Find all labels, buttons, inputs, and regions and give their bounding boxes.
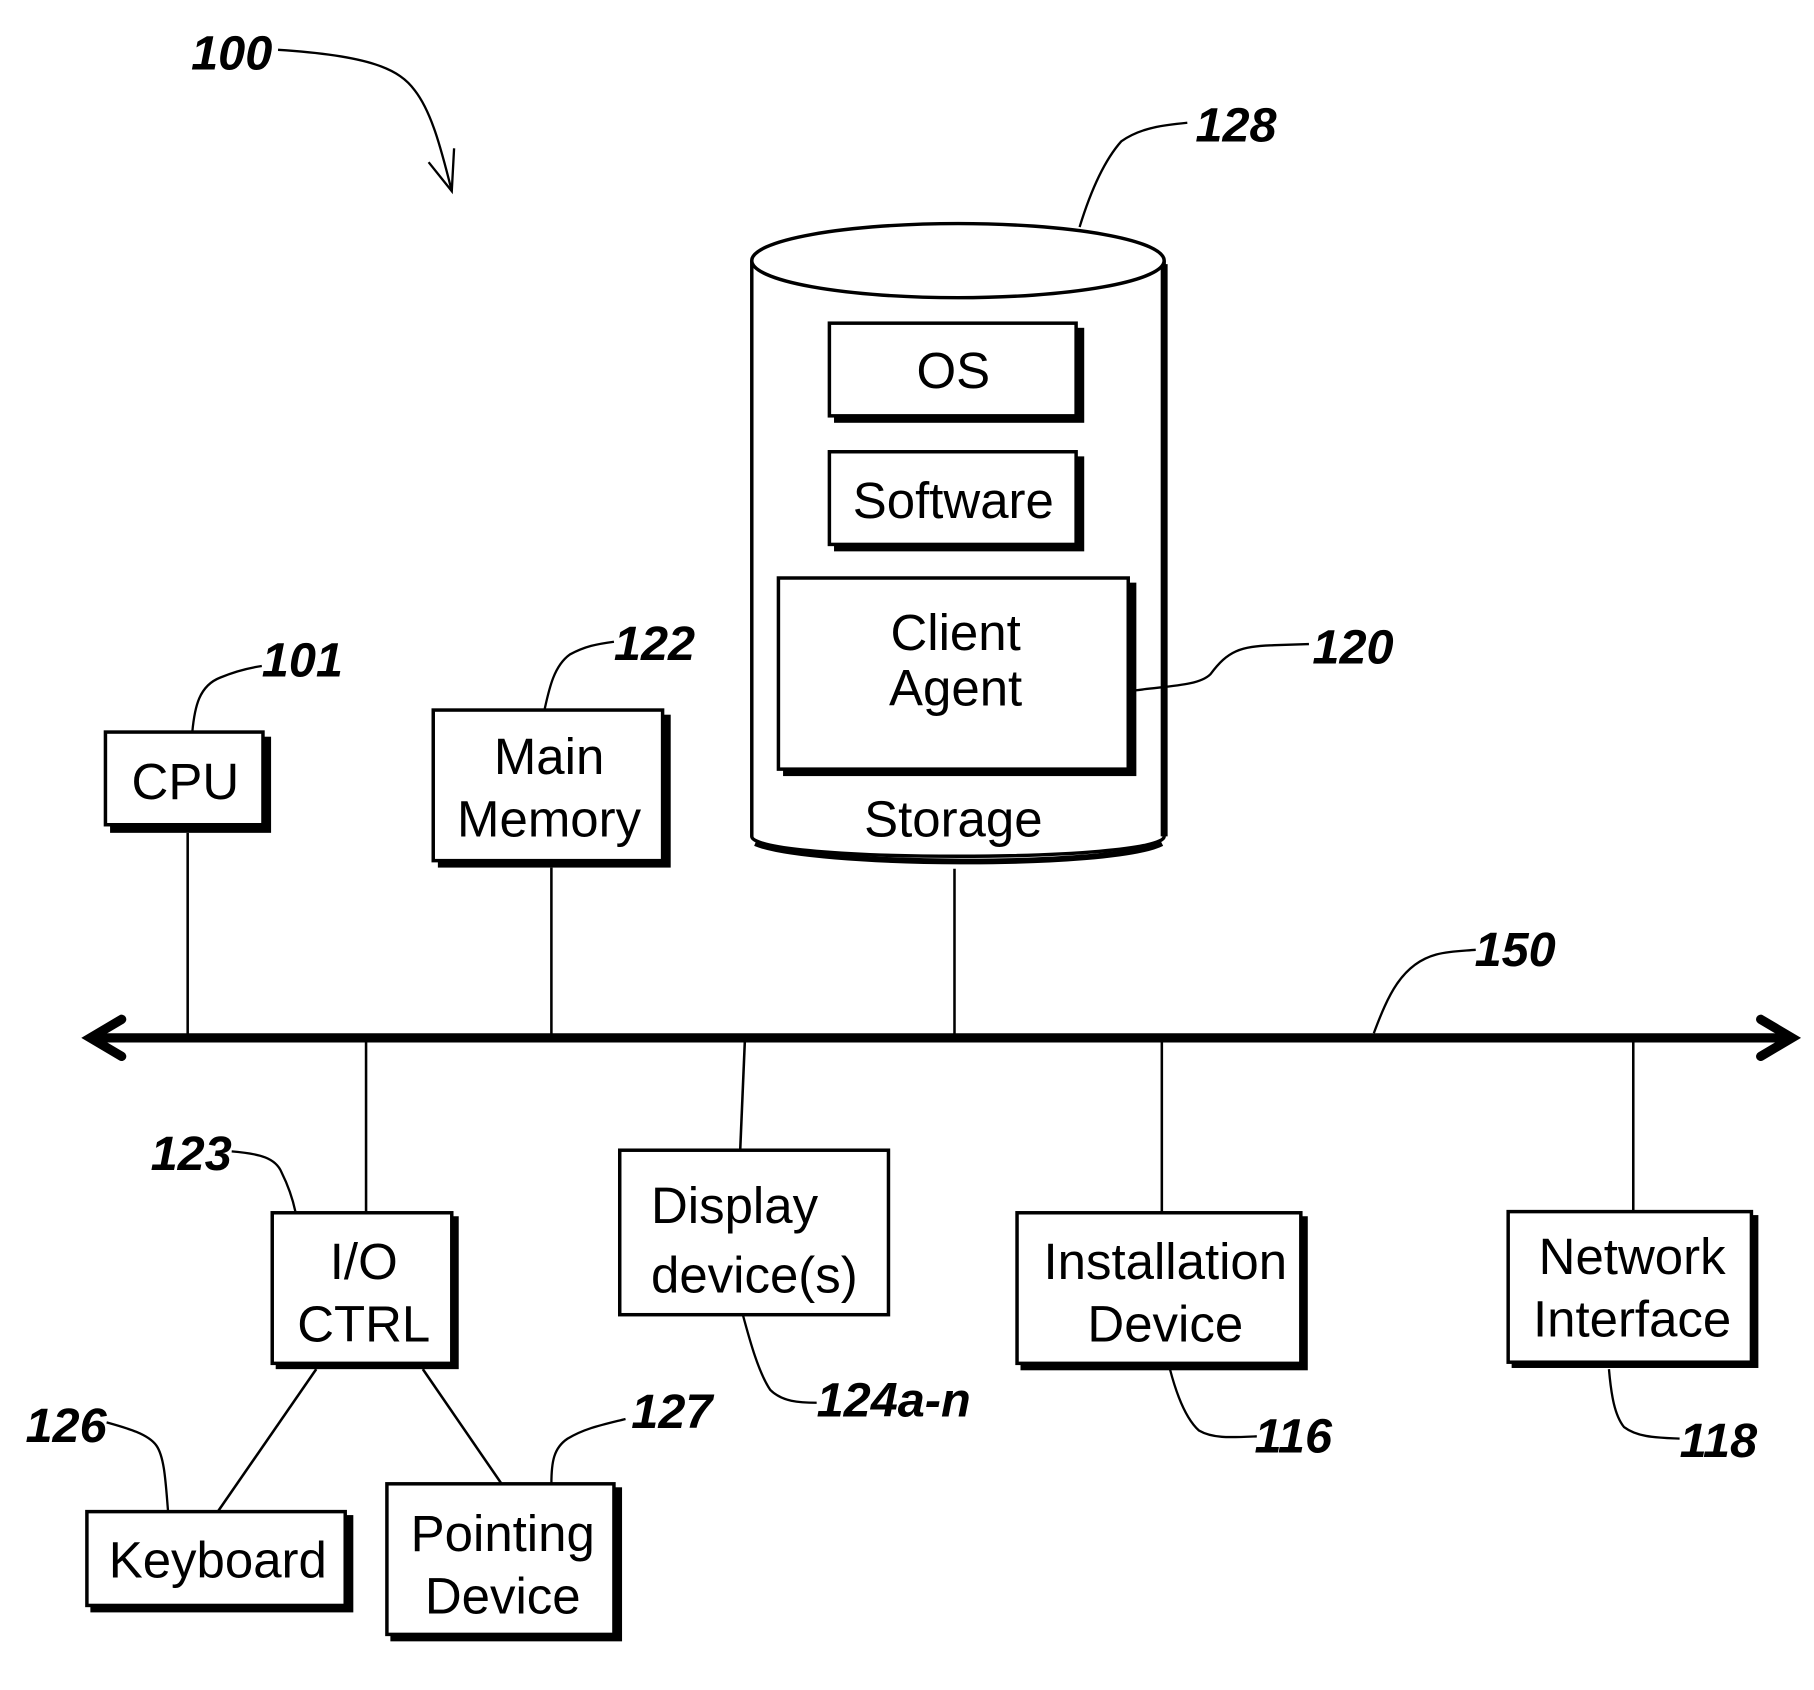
- os-box[interactable]: OS: [827, 321, 1085, 423]
- installation-device-reference-116: 116: [1254, 1410, 1332, 1464]
- installation-device-label-line1: Installation: [1044, 1233, 1288, 1290]
- cpu-label: CPU: [132, 753, 240, 810]
- io-ctrl-label-line1: I/O: [330, 1233, 398, 1290]
- pointing-device-box[interactable]: Pointing Device: [385, 1482, 623, 1642]
- installation-device-box[interactable]: Installation Device: [1015, 1211, 1308, 1371]
- bus-reference-leader: [1372, 948, 1476, 1034]
- io-pointing-connector: [421, 1368, 503, 1485]
- main-memory-label-line1: Main: [494, 728, 604, 785]
- client-agent-label-line1: Client: [891, 604, 1021, 661]
- network-interface-reference-leader: [1607, 1369, 1680, 1440]
- bus-reference-150: 150: [1475, 923, 1556, 977]
- network-interface-label-line1: Network: [1539, 1228, 1726, 1285]
- storage-label: Storage: [864, 790, 1042, 847]
- display-bus-connector: [738, 1041, 747, 1151]
- client-agent-label-line2: Agent: [889, 659, 1022, 716]
- keyboard-label: Keyboard: [109, 1532, 327, 1589]
- pointing-device-reference-leader: [550, 1417, 626, 1484]
- pointing-device-label-line1: Pointing: [411, 1505, 595, 1562]
- pointing-device-label-line2: Device: [425, 1568, 581, 1625]
- cpu-box[interactable]: CPU: [103, 730, 272, 833]
- keyboard-box[interactable]: Keyboard: [85, 1509, 354, 1613]
- display-device-label-line1: Display: [651, 1177, 819, 1234]
- client-agent-box[interactable]: Client Agent: [776, 576, 1137, 777]
- installation-device-reference-leader: [1168, 1368, 1257, 1439]
- main-memory-reference-leader: [543, 640, 615, 711]
- io-ctrl-reference-leader: [231, 1150, 297, 1212]
- software-label: Software: [853, 472, 1054, 529]
- display-device-reference-leader: [741, 1313, 817, 1404]
- cpu-reference-leader: [191, 664, 262, 733]
- io-ctrl-label-line2: CTRL: [297, 1295, 430, 1352]
- display-device-box[interactable]: Display device(s): [617, 1148, 891, 1317]
- figure-reference-100: 100: [191, 26, 272, 80]
- keyboard-reference-126: 126: [26, 1399, 108, 1453]
- network-interface-label-line2: Interface: [1533, 1291, 1731, 1348]
- main-memory-label-line2: Memory: [457, 790, 642, 847]
- figure-reference-arrow: [277, 48, 453, 192]
- installation-device-label-line2: Device: [1087, 1295, 1243, 1352]
- io-keyboard-connector: [216, 1368, 318, 1513]
- client-agent-reference-120: 120: [1312, 621, 1393, 675]
- system-bus: [81, 1014, 1802, 1062]
- main-memory-reference-122: 122: [614, 617, 695, 671]
- computing-device-diagram: 100 150 Storage 128 OS Software Client A…: [26, 26, 1802, 1642]
- storage-reference-128: 128: [1195, 98, 1276, 152]
- storage-reference-leader: [1078, 121, 1188, 228]
- network-interface-box[interactable]: Network Interface: [1506, 1209, 1759, 1368]
- display-device-label-line2: device(s): [651, 1247, 858, 1304]
- io-ctrl-reference-123: 123: [151, 1127, 232, 1181]
- keyboard-reference-leader: [106, 1421, 170, 1511]
- cpu-reference-101: 101: [262, 633, 343, 687]
- main-memory-box[interactable]: Main Memory: [431, 708, 671, 868]
- network-interface-reference-118: 118: [1680, 1414, 1758, 1468]
- io-ctrl-box[interactable]: I/O CTRL: [270, 1211, 459, 1370]
- software-box[interactable]: Software: [827, 450, 1085, 552]
- pointing-device-reference-127: 127: [631, 1385, 714, 1439]
- display-device-reference-124a-n: 124a-n: [817, 1374, 971, 1428]
- os-label: OS: [917, 342, 991, 399]
